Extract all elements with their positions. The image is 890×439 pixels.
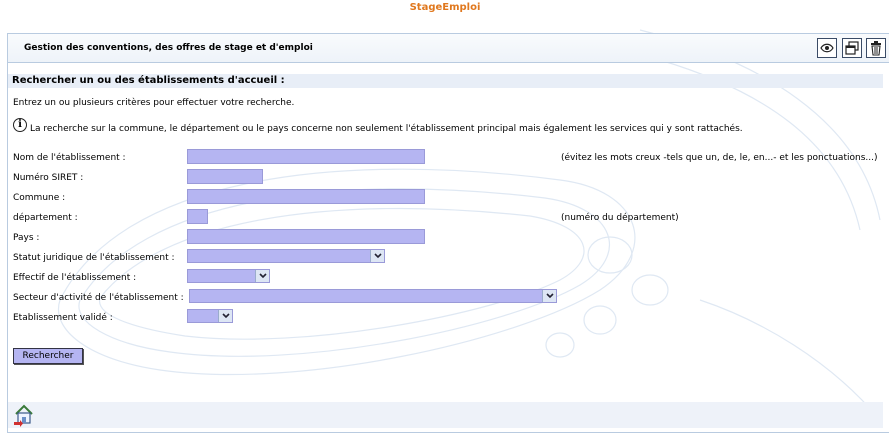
pays-input[interactable] [187, 229, 425, 244]
section-title: Rechercher un ou des établissements d'ac… [8, 74, 883, 88]
secteur-select[interactable] [189, 289, 557, 303]
view-button[interactable] [817, 38, 837, 58]
app-title-bar: StageEmploi [0, 0, 890, 16]
pays-label: Pays : [13, 233, 40, 243]
valide-select[interactable] [187, 309, 233, 323]
main-panel: Gestion des conventions, des offres de s… [7, 33, 889, 433]
departement-label: département : [13, 213, 78, 223]
trash-button[interactable] [866, 38, 886, 58]
trash-icon [871, 40, 881, 56]
home-icon [14, 404, 33, 427]
statut-label: Statut juridique de l'établissement : [13, 253, 175, 263]
chevron-down-icon [255, 270, 269, 282]
module-title: Gestion des conventions, des offres de s… [24, 43, 313, 53]
siret-label: Numéro SIRET : [13, 173, 84, 183]
home-button[interactable] [13, 403, 35, 427]
departement-hint: (numéro du département) [561, 213, 679, 223]
windows-icon [845, 41, 859, 55]
departement-input[interactable] [187, 209, 208, 224]
commune-input[interactable] [187, 189, 425, 204]
eye-icon [820, 43, 834, 53]
search-button[interactable]: Rechercher [13, 348, 83, 364]
module-header: Gestion des conventions, des offres de s… [8, 34, 889, 63]
footer-band [8, 402, 883, 428]
nom-input[interactable] [187, 149, 425, 164]
effectif-select[interactable] [187, 269, 270, 283]
chevron-down-icon [542, 290, 556, 302]
statut-select[interactable] [187, 249, 385, 263]
siret-input[interactable] [187, 169, 263, 184]
effectif-label: Effectif de l'établissement : [13, 273, 137, 283]
chevron-down-icon [370, 250, 384, 262]
nom-label: Nom de l'établissement : [13, 153, 126, 163]
intro-text: Entrez un ou plusieurs critères pour eff… [13, 98, 295, 108]
chevron-down-icon [218, 310, 232, 322]
secteur-label: Secteur d'activité de l'établissement : [13, 293, 184, 303]
windows-button[interactable] [842, 38, 862, 58]
nom-hint: (évitez les mots creux -tels que un, de,… [561, 153, 878, 163]
app-title: StageEmploi [409, 2, 481, 13]
info-icon: i [13, 118, 27, 132]
info-text: La recherche sur la commune, le départem… [30, 124, 743, 134]
commune-label: Commune : [13, 193, 66, 203]
valide-label: Etablissement validé : [13, 313, 113, 323]
